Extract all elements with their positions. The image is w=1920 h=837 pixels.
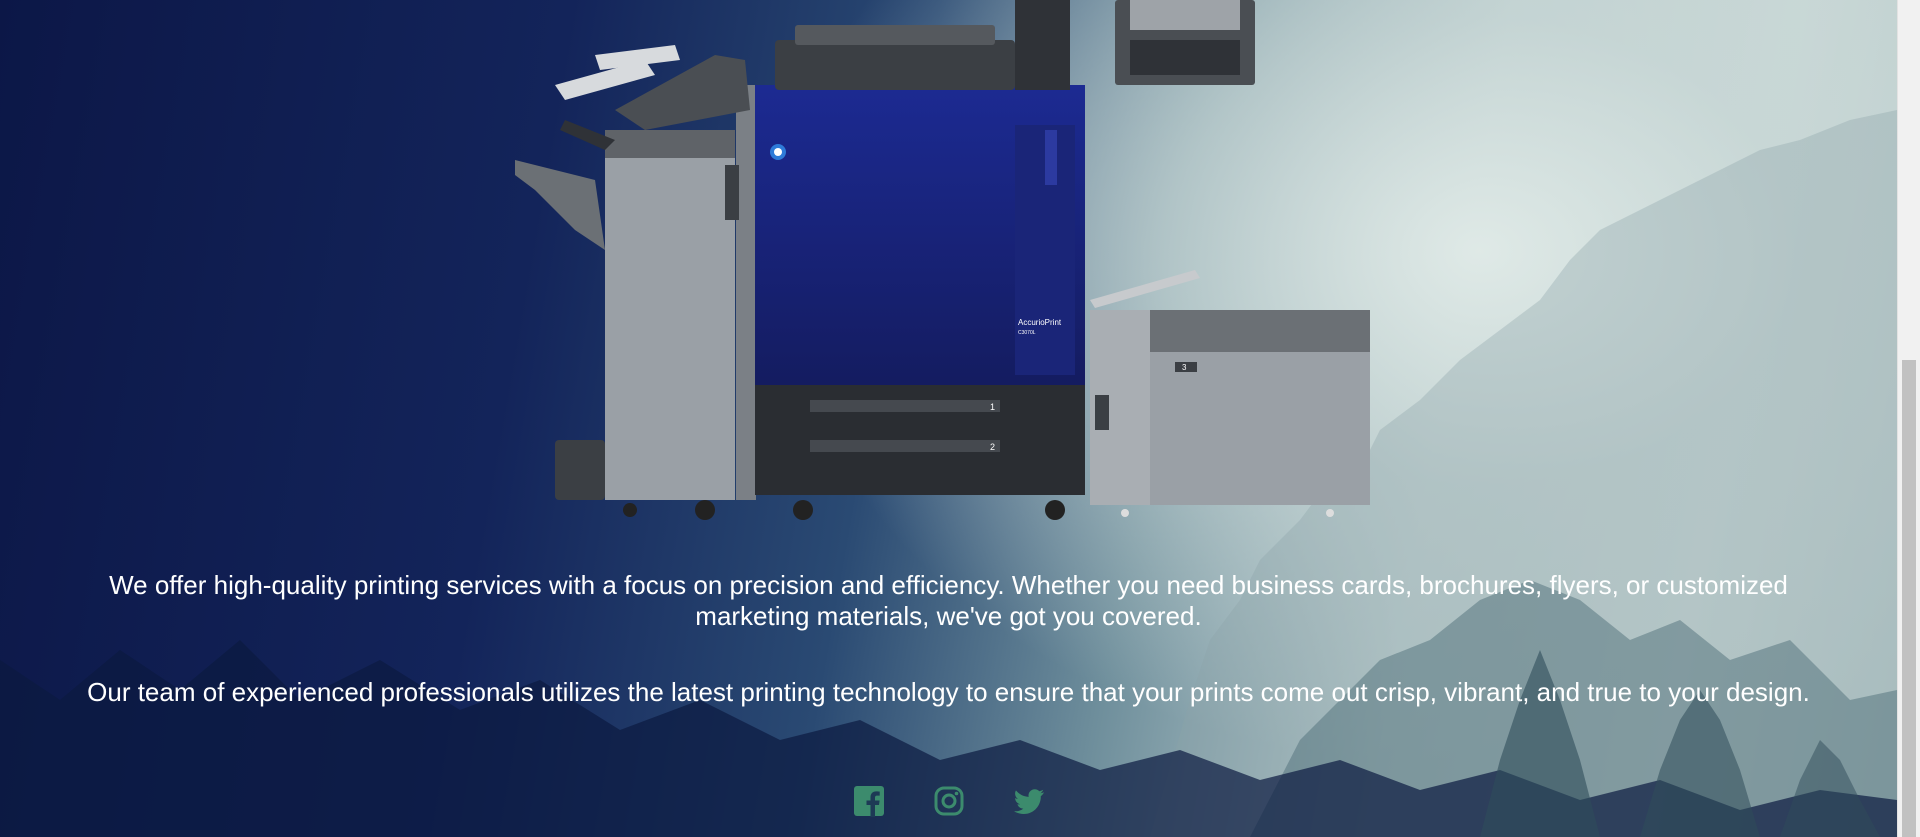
twitter-icon[interactable]	[1013, 785, 1045, 817]
about-paragraph-1: We offer high-quality printing services …	[109, 570, 1788, 631]
social-links	[0, 785, 1897, 817]
paper-feeder: 3	[1090, 270, 1370, 517]
instagram-icon[interactable]	[933, 785, 965, 817]
model-label: AccurioPrint	[1018, 318, 1062, 327]
tray-1-label: 1	[990, 402, 995, 412]
page-background: 1 2 AccurioPrint C3070L 3 We offer high-…	[0, 0, 1897, 837]
printer-image: 1 2 AccurioPrint C3070L 3	[515, 0, 1370, 520]
model-sub-label: C3070L	[1018, 330, 1036, 336]
tray-3-label: 3	[1182, 363, 1187, 372]
facebook-icon[interactable]	[853, 785, 885, 817]
finisher-unit	[515, 45, 756, 520]
scrollbar[interactable]	[1897, 0, 1920, 837]
about-section: We offer high-quality printing services …	[0, 570, 1897, 708]
about-paragraph-2: Our team of experienced professionals ut…	[87, 677, 1810, 707]
scrollbar-thumb[interactable]	[1902, 360, 1916, 837]
tray-2-label: 2	[990, 442, 995, 452]
